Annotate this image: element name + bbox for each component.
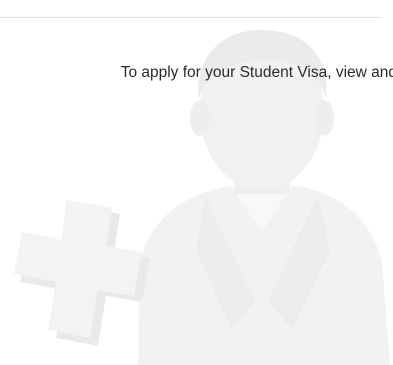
plus-face-shape xyxy=(14,200,142,338)
person-ear-left xyxy=(190,100,210,136)
plus-icon xyxy=(14,200,150,346)
top-divider xyxy=(0,17,381,18)
intro-text: To apply for your Student Visa, view and xyxy=(120,64,393,81)
intro-text-container: To apply for your Student Visa, view and xyxy=(0,61,393,85)
page: To apply for your Student Visa, view and xyxy=(0,0,393,365)
person-ear-right xyxy=(314,100,334,136)
add-user-icon xyxy=(14,29,390,365)
